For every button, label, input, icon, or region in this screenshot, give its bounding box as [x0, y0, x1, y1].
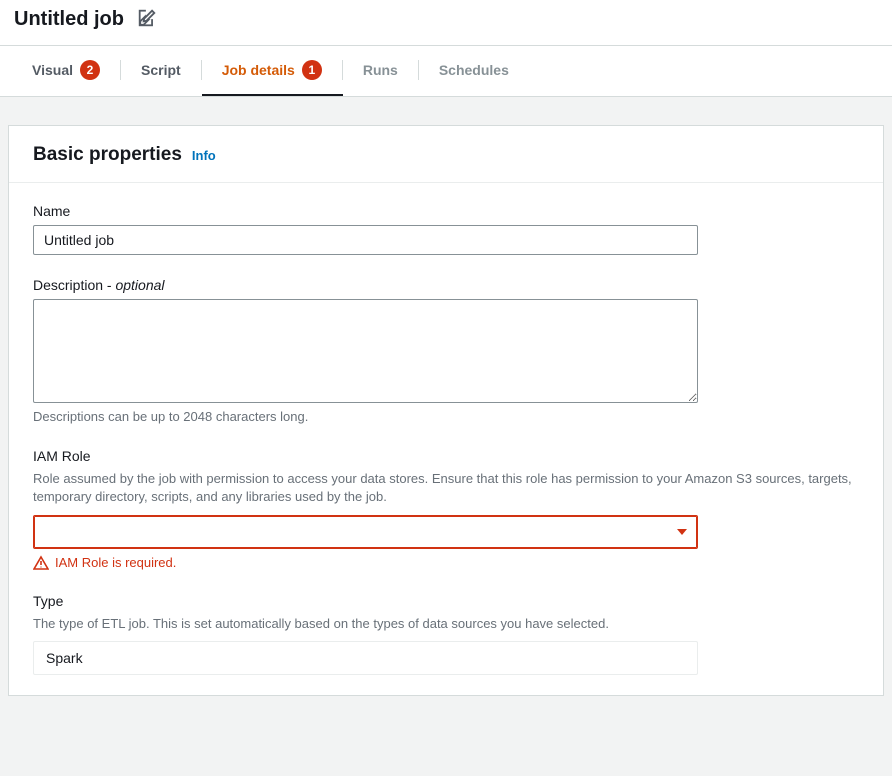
tab-label: Schedules — [439, 62, 509, 78]
name-input[interactable] — [33, 225, 698, 255]
warning-icon — [33, 555, 49, 571]
tab-script[interactable]: Script — [121, 46, 202, 96]
chevron-down-icon — [677, 529, 687, 535]
tab-label: Visual — [32, 62, 73, 78]
basic-properties-panel: Basic properties Info Name Description -… — [8, 125, 884, 696]
description-label: Description - optional — [33, 277, 859, 293]
tab-badge: 1 — [302, 60, 322, 80]
tab-label: Job details — [222, 62, 295, 78]
info-link[interactable]: Info — [192, 148, 216, 163]
tabs: Visual 2 Script Job details 1 Runs Sched… — [0, 46, 892, 96]
tab-job-details[interactable]: Job details 1 — [202, 46, 343, 96]
edit-title-icon[interactable] — [138, 9, 156, 30]
type-label: Type — [33, 593, 859, 609]
tab-label: Script — [141, 62, 181, 78]
tab-runs[interactable]: Runs — [343, 46, 419, 96]
iam-role-select[interactable] — [33, 515, 698, 549]
iam-role-label: IAM Role — [33, 448, 859, 464]
description-hint: Descriptions can be up to 2048 character… — [33, 408, 859, 426]
panel-title: Basic properties — [33, 144, 182, 166]
tab-badge: 2 — [80, 60, 100, 80]
tab-schedules[interactable]: Schedules — [419, 46, 529, 96]
iam-role-desc: Role assumed by the job with permission … — [33, 470, 859, 506]
description-textarea[interactable] — [33, 299, 698, 403]
tab-label: Runs — [363, 62, 398, 78]
name-label: Name — [33, 203, 859, 219]
page-title: Untitled job — [14, 8, 124, 31]
tab-visual[interactable]: Visual 2 — [12, 46, 121, 96]
iam-role-error: IAM Role is required. — [55, 555, 176, 570]
type-desc: The type of ETL job. This is set automat… — [33, 615, 859, 633]
type-value: Spark — [33, 641, 698, 675]
